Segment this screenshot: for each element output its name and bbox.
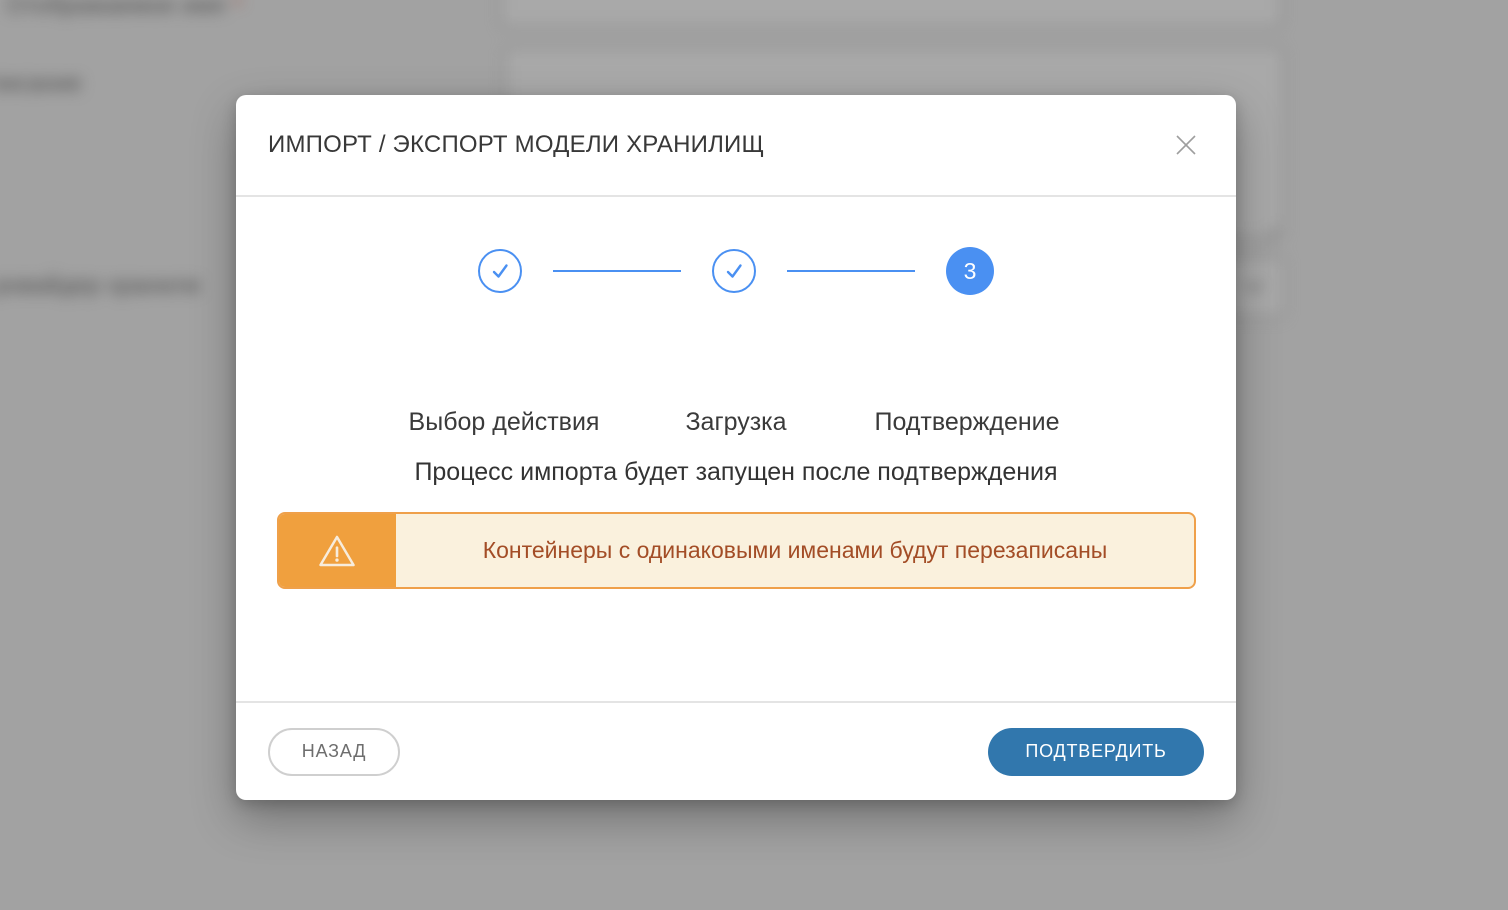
back-button[interactable]: НАЗАД [268,728,400,776]
resize-handle-icon [1264,219,1278,233]
check-icon [720,257,748,285]
step-2-label: Загрузка [685,408,786,437]
step-3-label: Подтверждение [874,408,1059,437]
import-export-modal: ИМПОРТ / ЭКСПОРТ МОДЕЛИ ХРАНИЛИЩ 3 Выбор… [236,95,1236,800]
step-connector [787,270,915,272]
step-connector [553,270,681,272]
warning-text: Контейнеры с одинаковыми именами будут п… [396,514,1194,587]
warning-banner: Контейнеры с одинаковыми именами будут п… [277,512,1196,589]
step-1-label: Выбор действия [409,408,600,437]
step-2-completed [712,249,756,293]
required-asterisk: * [233,0,242,19]
check-icon [486,257,514,285]
confirmation-message: Процесс импорта будет запущен после подт… [236,458,1236,487]
display-name-input [500,0,1282,28]
provider-label: ровайдер хранили [0,272,200,300]
display-name-label: Отображаемое имя* [6,0,242,20]
chevron-down-icon [1244,273,1264,293]
description-label: писание [0,70,82,98]
modal-header: ИМПОРТ / ЭКСПОРТ МОДЕЛИ ХРАНИЛИЩ [236,95,1236,197]
wizard-stepper: 3 [236,247,1236,295]
modal-footer: НАЗАД ПОДТВЕРДИТЬ [236,701,1236,800]
modal-title: ИМПОРТ / ЭКСПОРТ МОДЕЛИ ХРАНИЛИЩ [268,131,764,159]
warning-icon-block [277,512,396,589]
confirm-button[interactable]: ПОДТВЕРДИТЬ [988,728,1204,776]
step-3-active: 3 [946,247,994,295]
close-icon[interactable] [1168,127,1204,163]
step-1-completed [478,249,522,293]
warning-triangle-icon [317,532,357,570]
step-number: 3 [964,258,977,285]
